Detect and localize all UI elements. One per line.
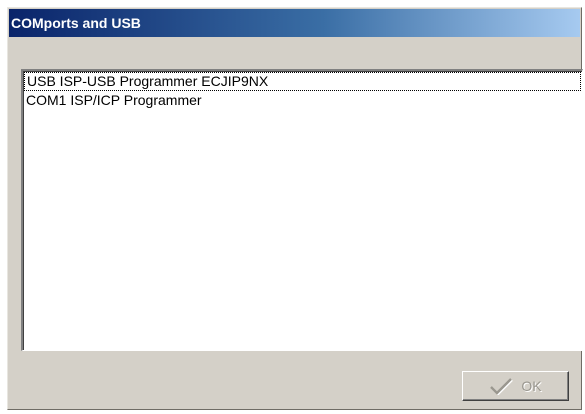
comports-dialog: COMports and USB USB ISP-USB Programmer … <box>7 7 583 410</box>
ok-button[interactable]: OK <box>462 371 569 401</box>
list-item-usb-programmer[interactable]: USB ISP-USB Programmer ECJIP9NX <box>24 72 581 91</box>
title-bar[interactable]: COMports and USB <box>9 9 580 37</box>
ok-button-label: OK <box>521 378 542 394</box>
window-title: COMports and USB <box>11 15 141 31</box>
checkmark-icon <box>490 378 514 395</box>
device-listbox[interactable]: USB ISP-USB Programmer ECJIP9NX COM1 ISP… <box>21 69 583 351</box>
list-item-com1-programmer[interactable]: COM1 ISP/ICP Programmer <box>23 91 582 110</box>
